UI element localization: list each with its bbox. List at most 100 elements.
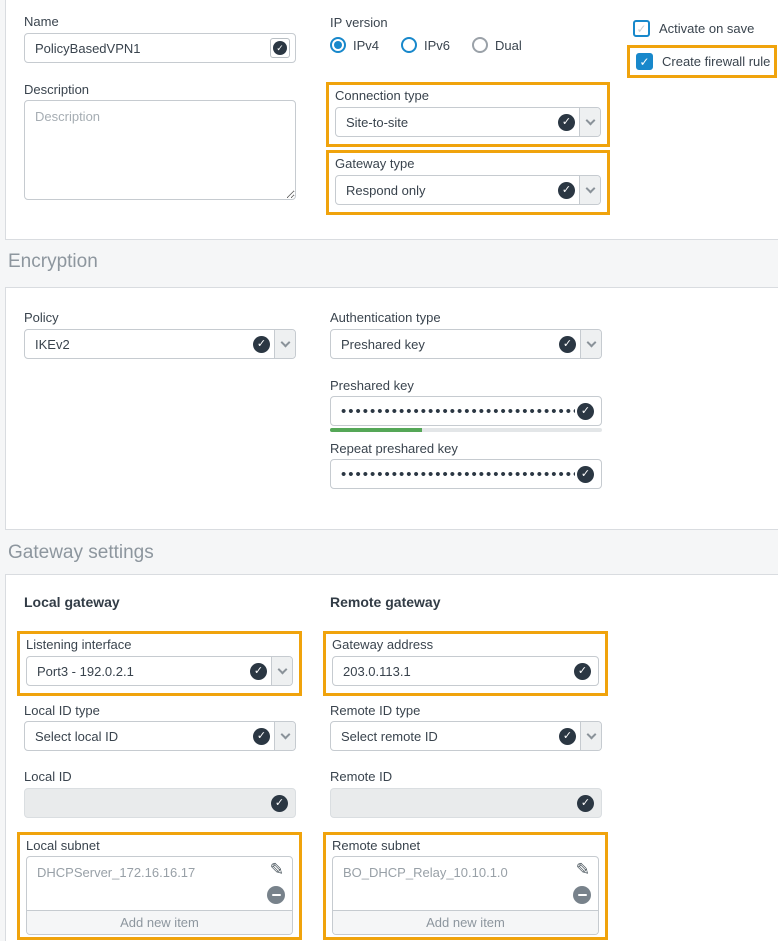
- list-item: DHCPServer_172.16.16.17 ✎: [27, 857, 292, 910]
- list-item: BO_DHCP_Relay_10.10.1.0 ✎: [333, 857, 598, 910]
- chevron-down-icon[interactable]: [580, 330, 601, 358]
- policy-value: IKEv2: [35, 337, 253, 352]
- gateway-type-label: Gateway type: [335, 156, 601, 171]
- radio-dual-label: Dual: [495, 38, 522, 53]
- radio-unselected-icon: [401, 37, 417, 53]
- psk-field: ✓: [330, 396, 602, 426]
- remote-id-input: [330, 788, 602, 818]
- create-firewall-rule-group: ✓ Create firewall rule: [627, 45, 777, 78]
- encryption-section-title: Encryption: [8, 251, 98, 273]
- local-id-field: ✓: [24, 788, 296, 818]
- edit-icon[interactable]: ✎: [270, 860, 284, 880]
- remote-id-type-label: Remote ID type: [330, 703, 420, 718]
- auth-type-label: Authentication type: [330, 310, 441, 325]
- chevron-down-icon[interactable]: [580, 722, 601, 750]
- local-subnet-label: Local subnet: [26, 838, 293, 853]
- gateway-address-field: ✓: [332, 656, 599, 686]
- radio-ipv4-label: IPv4: [353, 38, 379, 53]
- description-textarea[interactable]: [24, 100, 296, 200]
- chevron-down-icon[interactable]: [274, 722, 295, 750]
- psk-strength-meter: [330, 428, 602, 432]
- remote-gateway-header: Remote gateway: [330, 594, 440, 610]
- rpsk-label: Repeat preshared key: [330, 441, 458, 456]
- check-icon: ✓: [253, 728, 270, 745]
- ip-version-radio-group: IPv4 IPv6 Dual: [330, 37, 522, 53]
- listening-interface-select[interactable]: Port3 - 192.0.2.1 ✓: [26, 656, 293, 686]
- vpn-config-form: Name ✓ Description IP version IPv4 IPv6 …: [0, 0, 778, 941]
- psk-input[interactable]: [330, 396, 602, 426]
- valid-badge-icon: ✓: [270, 38, 290, 58]
- remote-id-field: ✓: [330, 788, 602, 818]
- connection-type-value: Site-to-site: [346, 115, 558, 130]
- remove-icon[interactable]: [573, 886, 591, 904]
- gateway-address-label: Gateway address: [332, 637, 599, 652]
- gateway-address-input[interactable]: [332, 656, 599, 686]
- activate-checkbox[interactable]: ✓: [633, 20, 650, 37]
- remote-subnet-label: Remote subnet: [332, 838, 599, 853]
- chevron-down-icon[interactable]: [271, 657, 292, 685]
- check-icon: ✓: [577, 403, 594, 420]
- gateway-section-title: Gateway settings: [8, 542, 154, 564]
- check-icon: ✓: [558, 114, 575, 131]
- ip-version-label: IP version: [330, 15, 388, 30]
- policy-label: Policy: [24, 310, 59, 325]
- activate-on-save-row: ✓ Activate on save: [633, 20, 754, 37]
- gateway-type-select[interactable]: Respond only ✓: [335, 175, 601, 205]
- remove-icon[interactable]: [267, 886, 285, 904]
- local-subnet-list: DHCPServer_172.16.16.17 ✎ Add new item: [26, 856, 293, 935]
- radio-dual[interactable]: Dual: [472, 37, 522, 53]
- policy-select[interactable]: IKEv2 ✓: [24, 329, 296, 359]
- listening-interface-label: Listening interface: [26, 637, 293, 652]
- subnet-item-name: BO_DHCP_Relay_10.10.1.0: [343, 865, 564, 880]
- check-icon: ✓: [253, 336, 270, 353]
- description-label: Description: [24, 82, 89, 97]
- add-new-item-button[interactable]: Add new item: [333, 910, 598, 934]
- remote-subnet-list: BO_DHCP_Relay_10.10.1.0 ✎ Add new item: [332, 856, 599, 935]
- auth-type-select[interactable]: Preshared key ✓: [330, 329, 602, 359]
- chevron-down-icon[interactable]: [274, 330, 295, 358]
- psk-label: Preshared key: [330, 378, 414, 393]
- check-icon: ✓: [558, 182, 575, 199]
- chevron-down-icon[interactable]: [579, 108, 600, 136]
- local-id-label: Local ID: [24, 769, 72, 784]
- activate-label: Activate on save: [659, 21, 754, 36]
- radio-disabled-icon: [472, 37, 488, 53]
- rpsk-field: ✓: [330, 459, 602, 489]
- check-icon: ✓: [574, 663, 591, 680]
- psk-strength-fill: [330, 428, 422, 432]
- radio-ipv6-label: IPv6: [424, 38, 450, 53]
- remote-id-type-value: Select remote ID: [341, 729, 559, 744]
- name-input[interactable]: [24, 33, 296, 63]
- local-id-input: [24, 788, 296, 818]
- check-icon: ✓: [559, 336, 576, 353]
- gateway-address-group: Gateway address ✓: [323, 631, 608, 696]
- firewall-checkbox[interactable]: ✓: [636, 53, 653, 70]
- check-icon: ✓: [273, 41, 287, 55]
- gateway-type-group: Gateway type Respond only ✓: [326, 150, 610, 215]
- radio-ipv4[interactable]: IPv4: [330, 37, 379, 53]
- gateway-type-value: Respond only: [346, 183, 558, 198]
- auth-type-value: Preshared key: [341, 337, 559, 352]
- connection-type-select[interactable]: Site-to-site ✓: [335, 107, 601, 137]
- remote-subnet-group: Remote subnet BO_DHCP_Relay_10.10.1.0 ✎ …: [323, 832, 608, 940]
- name-label: Name: [24, 14, 59, 29]
- connection-type-group: Connection type Site-to-site ✓: [326, 82, 610, 147]
- chevron-down-icon[interactable]: [579, 176, 600, 204]
- radio-ipv6[interactable]: IPv6: [401, 37, 450, 53]
- check-icon: ✓: [577, 466, 594, 483]
- check-icon: ✓: [250, 663, 267, 680]
- check-icon: ✓: [577, 795, 594, 812]
- name-field: ✓: [24, 33, 296, 63]
- local-id-type-label: Local ID type: [24, 703, 100, 718]
- remote-id-type-select[interactable]: Select remote ID ✓: [330, 721, 602, 751]
- radio-selected-icon: [330, 37, 346, 53]
- local-subnet-group: Local subnet DHCPServer_172.16.16.17 ✎ A…: [17, 832, 302, 940]
- remote-id-label: Remote ID: [330, 769, 392, 784]
- local-id-type-select[interactable]: Select local ID ✓: [24, 721, 296, 751]
- check-icon: ✓: [559, 728, 576, 745]
- add-new-item-button[interactable]: Add new item: [27, 910, 292, 934]
- edit-icon[interactable]: ✎: [576, 860, 590, 880]
- rpsk-input[interactable]: [330, 459, 602, 489]
- listening-interface-group: Listening interface Port3 - 192.0.2.1 ✓: [17, 631, 302, 696]
- firewall-label: Create firewall rule: [662, 54, 770, 69]
